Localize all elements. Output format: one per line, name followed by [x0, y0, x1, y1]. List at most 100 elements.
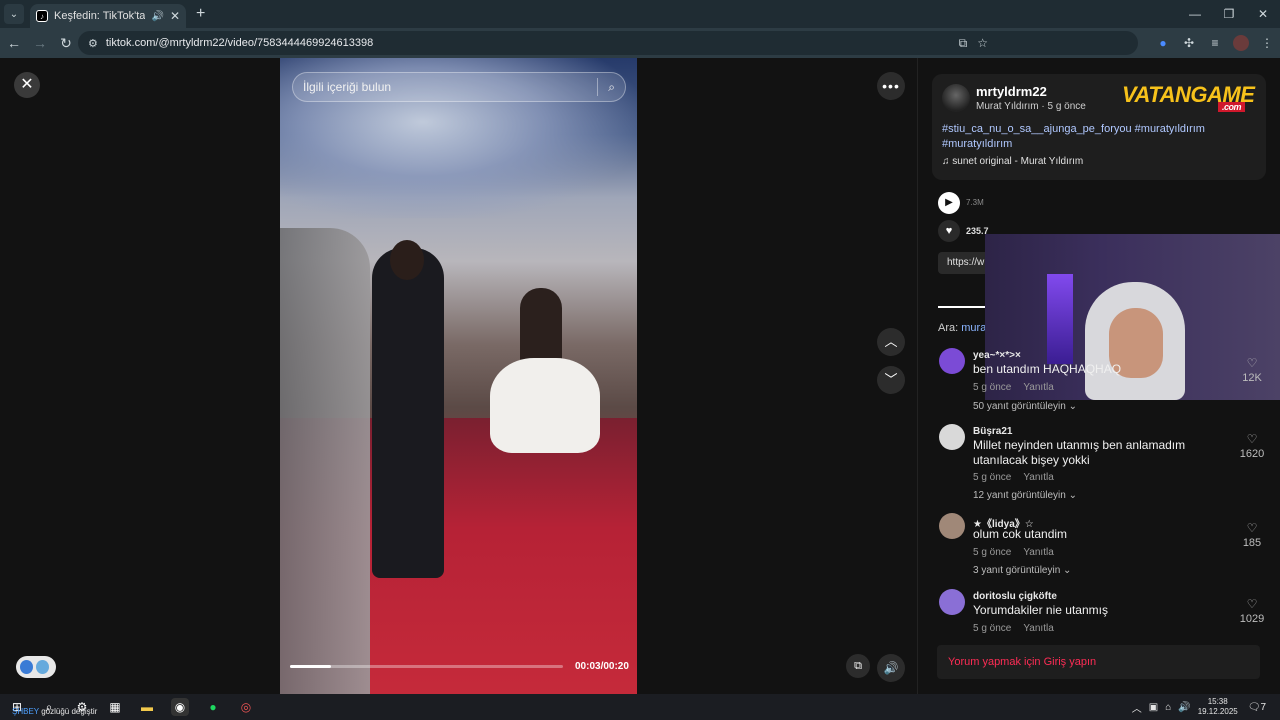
- address-bar[interactable]: ⚙ tiktok.com/@mrtyldrm22/video/758344446…: [78, 31, 1138, 55]
- chrome-icon[interactable]: ◉: [171, 698, 189, 716]
- previous-video-button[interactable]: ︿: [877, 328, 905, 356]
- comment-avatar[interactable]: [939, 513, 965, 539]
- restore-button[interactable]: ❐: [1212, 0, 1246, 28]
- comment-meta: 5 g önce Yanıtla: [973, 547, 1054, 558]
- comment-username[interactable]: Büşra21: [973, 426, 1012, 437]
- notification-icon[interactable]: 🗨7: [1248, 702, 1273, 713]
- author-username[interactable]: mrtyldrm22: [976, 84, 1047, 99]
- obs-icon[interactable]: ◎: [237, 698, 255, 716]
- comment-avatar[interactable]: [939, 348, 965, 374]
- music-line[interactable]: ♫ sunet original - Murat Yıldırım: [942, 156, 1083, 167]
- comment-list: yea~*×*>× ben utandım HAQHAQHAQ 5 g önce…: [937, 348, 1267, 688]
- comment-meta: 5 g önce Yanıtla: [973, 472, 1054, 483]
- window-controls: — ❐ ✕: [1178, 0, 1280, 28]
- tab-close-icon[interactable]: ✕: [170, 9, 180, 23]
- video-time: 00:03/00:20: [575, 661, 629, 672]
- video-search-input[interactable]: İlgili içeriği bulun ⌕: [292, 72, 626, 102]
- comment-like[interactable]: ♡ 12K: [1237, 356, 1267, 384]
- floating-player-button[interactable]: ⧉: [846, 654, 870, 678]
- browser-tab[interactable]: ♪ Keşfedin: TikTok'ta favori vi 🔊 ✕: [30, 4, 186, 28]
- related-search[interactable]: Ara: mura: [938, 322, 986, 334]
- author-subline: Murat Yıldırım · 5 g önce: [976, 101, 1086, 112]
- video-frame-foreground: [280, 228, 370, 694]
- next-video-button[interactable]: ﹀: [877, 366, 905, 394]
- view-replies-button[interactable]: 3 yanıt görüntüleyin ⌄: [973, 565, 1071, 576]
- view-replies-button[interactable]: 12 yanıt görüntüleyin ⌄: [973, 490, 1077, 501]
- spotify-icon[interactable]: ●: [204, 698, 222, 716]
- author-avatar[interactable]: [942, 84, 970, 112]
- profile-avatar[interactable]: [1233, 35, 1249, 51]
- tray-chevron-icon[interactable]: ︿: [1132, 700, 1142, 715]
- post-info-card: mrtyldrm22 Murat Yıldırım · 5 g önce VAT…: [932, 74, 1266, 180]
- system-tray: ︿ ▣ ⌂ 🔊 15:38 19.12.2025 🗨7: [1132, 694, 1280, 720]
- new-tab-button[interactable]: +: [196, 5, 205, 23]
- video-player[interactable]: İlgili içeriği bulun ⌕ 00:03/00:20: [280, 58, 637, 694]
- play-count-icon: ▶: [938, 192, 960, 214]
- close-video-button[interactable]: ✕: [14, 72, 40, 98]
- url-text[interactable]: tiktok.com/@mrtyldrm22/video/75834444699…: [106, 37, 373, 49]
- menu-kebab-icon[interactable]: ⋮: [1254, 36, 1280, 50]
- tab-title: Keşfedin: TikTok'ta favori vi: [54, 10, 146, 22]
- browser-toolbar: ← → ↻ ⚙ tiktok.com/@mrtyldrm22/video/758…: [0, 28, 1280, 58]
- forward-button[interactable]: →: [28, 35, 52, 51]
- tab-audio-icon[interactable]: 🔊: [151, 11, 163, 22]
- windows-taskbar: ⊞ ŞHBEY gözlüğü değiştir ⌕ ⚙ ▦ ▬ ◉ ● ◎ ︿…: [0, 694, 1280, 720]
- video-frame-woman: [520, 288, 562, 368]
- tiktok-icon: ♪: [36, 10, 48, 22]
- comment-text: olum cok utandim: [973, 527, 1068, 541]
- bookmark-star-icon[interactable]: ☆: [977, 36, 988, 50]
- reply-button[interactable]: Yanıtla: [1023, 547, 1053, 558]
- install-app-icon[interactable]: ⧉: [959, 36, 968, 51]
- comment-like[interactable]: ♡ 1029: [1237, 597, 1267, 625]
- extensions-area: ● ✣ ≡ ⋮: [1150, 28, 1280, 58]
- floating-widget[interactable]: [16, 656, 56, 678]
- comment-like[interactable]: ♡ 185: [1237, 521, 1267, 549]
- video-frame-man-head: [390, 240, 424, 280]
- comment-username[interactable]: doritoslu çigköfte: [973, 591, 1057, 602]
- comment-text: Millet neyinden utanmış ben anlamadım ut…: [973, 438, 1186, 467]
- window-close-button[interactable]: ✕: [1246, 0, 1280, 28]
- back-button[interactable]: ←: [2, 35, 26, 51]
- volume-icon[interactable]: 🔊: [1178, 702, 1190, 713]
- media-control-icon[interactable]: ≡: [1202, 36, 1228, 50]
- video-progress-bar[interactable]: [290, 665, 563, 668]
- comment-text: Yorumdakiler nie utanmış: [973, 603, 1108, 617]
- like-icon[interactable]: ♥: [938, 220, 960, 242]
- site-info-icon[interactable]: ⚙: [88, 37, 98, 50]
- search-divider: [597, 78, 599, 96]
- more-options-button[interactable]: •••: [877, 72, 905, 100]
- video-progress-fill: [290, 665, 331, 668]
- search-icon[interactable]: ⌕: [40, 698, 58, 716]
- view-count: 7.3M: [966, 198, 984, 207]
- reload-button[interactable]: ↻: [54, 35, 78, 52]
- store-icon[interactable]: ▦: [106, 698, 124, 716]
- reply-button[interactable]: Yanıtla: [1023, 623, 1053, 634]
- comment-avatar[interactable]: [939, 589, 965, 615]
- network-icon[interactable]: ⌂: [1165, 702, 1171, 713]
- vatangame-logo: VATANGAME .com: [1122, 82, 1255, 112]
- reply-button[interactable]: Yanıtla: [1023, 472, 1053, 483]
- steam-icon[interactable]: ⚙: [73, 698, 91, 716]
- comment-username[interactable]: yea~*×*>×: [973, 350, 1021, 361]
- browser-tabbar: ⌄ ♪ Keşfedin: TikTok'ta favori vi 🔊 ✕ + …: [0, 0, 1280, 28]
- tray-app-icon[interactable]: ▣: [1149, 702, 1158, 713]
- puzzle-icon[interactable]: ✣: [1176, 36, 1202, 50]
- comment-avatar[interactable]: [939, 424, 965, 450]
- volume-button[interactable]: 🔊: [877, 654, 905, 682]
- video-frame-dress: [490, 358, 600, 453]
- comment-meta: 5 g önce Yanıtla: [973, 623, 1054, 634]
- tab-search-button[interactable]: ⌄: [4, 4, 24, 24]
- minimize-button[interactable]: —: [1178, 0, 1212, 28]
- extension-icon[interactable]: ●: [1150, 36, 1176, 50]
- tiktok-page: ✕ İlgili içeriği bulun ⌕ 00:03/00:20 •••…: [0, 58, 1280, 694]
- comment-like[interactable]: ♡ 1620: [1237, 432, 1267, 460]
- post-hashtags[interactable]: #stiu_ca_nu_o_sa__ajunga_pe_foryou #mura…: [942, 122, 1252, 152]
- video-search-placeholder: İlgili içeriği bulun: [303, 80, 392, 94]
- video-frame-man: [372, 248, 444, 578]
- file-explorer-icon[interactable]: ▬: [138, 698, 156, 716]
- view-replies-button[interactable]: 50 yanıt görüntüleyin ⌄: [973, 401, 1077, 412]
- taskbar-clock[interactable]: 15:38 19.12.2025: [1198, 697, 1238, 717]
- comment-login-prompt[interactable]: Yorum yapmak için Giriş yapın: [937, 645, 1260, 679]
- search-icon[interactable]: ⌕: [608, 80, 615, 95]
- reply-button[interactable]: Yanıtla: [1023, 382, 1053, 393]
